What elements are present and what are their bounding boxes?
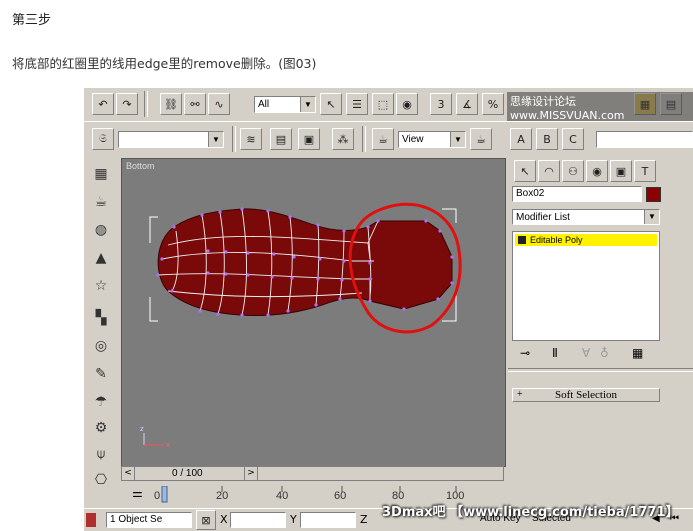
object-color-swatch[interactable]: [646, 187, 661, 202]
material-editor-icon[interactable]: ⁂: [332, 128, 354, 150]
chevron-down-icon: ▼: [644, 210, 659, 224]
named-selection-dropdown[interactable]: ▼: [118, 131, 224, 148]
chevron-left-icon[interactable]: <: [122, 467, 135, 480]
select-by-name-icon[interactable]: ☰: [346, 93, 368, 115]
watermark-bottom: 3Dmax吧 【www.linecg.com/tieba/1771】: [382, 505, 679, 520]
rect-selection-icon[interactable]: ⬚: [372, 93, 394, 115]
mesh-head[interactable]: [369, 220, 453, 310]
bottom-viewport[interactable]: Bottom x z: [121, 158, 506, 467]
window-crossing-icon[interactable]: ◉: [396, 93, 418, 115]
x-label: X: [220, 513, 228, 526]
sphere-icon[interactable]: ◍: [88, 218, 114, 242]
render-teapot-icon[interactable]: ☕: [470, 128, 492, 150]
make-unique-icon[interactable]: ∀: [582, 346, 590, 360]
pin-stack-icon[interactable]: ⊸: [520, 346, 530, 360]
percent-snap-icon[interactable]: %: [482, 93, 504, 115]
teapot-icon[interactable]: ☕: [88, 190, 114, 214]
angle-snap-icon[interactable]: ∡: [456, 93, 478, 115]
command-panel: ↖ ◠ ⚇ ◉ ▣ T Box02 Modifier List ▼ Editab…: [508, 158, 693, 488]
lock-selection-icon[interactable]: ⊠: [196, 510, 216, 530]
tick-label: 60: [334, 490, 347, 502]
object-name-field[interactable]: Box02: [512, 186, 642, 202]
modifier-stack[interactable]: Editable Poly: [512, 231, 660, 341]
tick-label: 0: [154, 490, 161, 502]
frame-counter: 0 / 100: [172, 468, 203, 479]
undo-icon[interactable]: ↶: [92, 93, 114, 115]
quick-render-field[interactable]: [596, 131, 693, 148]
y-label: Y: [290, 513, 297, 526]
stack-item-editable-poly[interactable]: Editable Poly: [515, 234, 657, 246]
tripod-icon[interactable]: ⍦: [88, 442, 114, 466]
modify-tab-icon[interactable]: ◠: [538, 160, 560, 182]
quick-c-icon[interactable]: C: [562, 128, 584, 150]
quick-a-icon[interactable]: A: [510, 128, 532, 150]
schematic-view-icon[interactable]: ▣: [298, 128, 320, 150]
cylinder-icon[interactable]: ◎: [88, 334, 114, 358]
z-label: Z: [360, 513, 368, 526]
teapot-render-icon[interactable]: ☕: [372, 128, 394, 150]
chevron-down-icon: ▼: [450, 132, 465, 147]
pen-icon[interactable]: ✎: [88, 362, 114, 386]
spinner-snap-icon[interactable]: 𝔖: [92, 128, 114, 150]
motion-tab-icon[interactable]: ◉: [586, 160, 608, 182]
selection-filter-dropdown[interactable]: All ▼: [254, 96, 316, 113]
svg-text:z: z: [140, 425, 144, 433]
selection-count: 1 Object Se: [106, 512, 192, 528]
star-icon[interactable]: ☆: [88, 274, 114, 298]
layer-manager-icon[interactable]: ≋: [240, 128, 262, 150]
axis-tripod: x z: [140, 425, 170, 449]
stack-controls: ⊸ Ⅱ ∀ ♁ ▦: [512, 344, 662, 364]
configure-sets-icon[interactable]: ▦: [632, 346, 643, 360]
soft-selection-rollout[interactable]: + Soft Selection: [512, 388, 660, 402]
modifier-list-dropdown[interactable]: Modifier List ▼: [512, 209, 660, 225]
tick-label: 20: [216, 490, 229, 502]
gear-icon[interactable]: ⚙: [88, 416, 114, 440]
article-heading: 第三步: [12, 13, 52, 28]
cone-icon[interactable]: ▲: [88, 246, 114, 270]
panel-tabs: ↖ ◠ ⚇ ◉ ▣ T: [508, 158, 693, 182]
tick-label: 40: [276, 490, 289, 502]
utilities-tab-icon[interactable]: T: [634, 160, 656, 182]
select-link-icon[interactable]: ⛓: [160, 93, 182, 115]
camera-icon[interactable]: ⎔: [88, 468, 114, 492]
hierarchy-tab-icon[interactable]: ⚇: [562, 160, 584, 182]
max-screenshot: ↶ ↷ ⛓ ⚯ ∿ All ▼ ↖ ☰ ⬚ ◉ 3 ∡ % ▦ ▤ 思缘设计论坛…: [84, 88, 693, 531]
curve-editor-icon[interactable]: ⚌: [132, 486, 143, 500]
lamp-icon[interactable]: ☂: [88, 390, 114, 414]
expand-icon[interactable]: [518, 236, 526, 244]
secondary-toolbar: 𝔖 ▼ ≋ ▤ ▣ ⁂ ☕ View ▼ ☕ A B C: [84, 121, 693, 156]
track-view-icon[interactable]: ▤: [270, 128, 292, 150]
select-object-icon[interactable]: ↖: [320, 93, 342, 115]
svg-text:x: x: [166, 441, 170, 449]
snap-toggle-icon[interactable]: 3: [430, 93, 452, 115]
left-tool-column: ▦ ☕ ◍ ▲ ☆ ▚ ◎ ✎ ☂ ⚙ ⍦ ⎔: [84, 158, 118, 508]
create-tab-icon[interactable]: ↖: [514, 160, 536, 182]
create-box-icon[interactable]: ▦: [88, 162, 114, 186]
chevron-down-icon: ▼: [300, 97, 315, 112]
quick-b-icon[interactable]: B: [536, 128, 558, 150]
watermark-top: 思缘设计论坛 www.MISSVUAN.com: [507, 92, 693, 123]
mesh-canvas: x z: [140, 202, 462, 449]
remove-modifier-icon[interactable]: ♁: [600, 346, 609, 360]
x-coordinate-field[interactable]: [230, 512, 286, 528]
article-description: 将底部的红圈里的线用edge里的remove删除。(图03): [12, 56, 317, 71]
checker-icon[interactable]: ▚: [88, 306, 114, 330]
bind-spacewarp-icon[interactable]: ∿: [208, 93, 230, 115]
view-dropdown[interactable]: View ▼: [398, 131, 466, 148]
y-coordinate-field[interactable]: [300, 512, 356, 528]
show-end-result-icon[interactable]: Ⅱ: [552, 346, 558, 360]
redo-icon[interactable]: ↷: [116, 93, 138, 115]
display-tab-icon[interactable]: ▣: [610, 160, 632, 182]
chevron-right-icon[interactable]: >: [244, 467, 258, 480]
time-slider[interactable]: < 0 / 100 >: [121, 466, 504, 481]
chevron-down-icon: ▼: [208, 132, 223, 147]
maxscript-icon[interactable]: [86, 513, 96, 527]
unlink-icon[interactable]: ⚯: [184, 93, 206, 115]
